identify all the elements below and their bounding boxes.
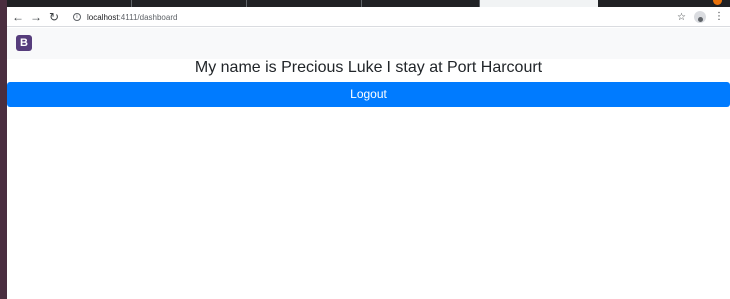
address-bar[interactable]: i localhost:4111/dashboard bbox=[67, 8, 692, 26]
url-host: localhost bbox=[87, 12, 119, 22]
url-path: :4111/dashboard bbox=[118, 12, 178, 22]
page-content: B My name is Precious Luke I stay at Port… bbox=[7, 28, 730, 299]
profile-icon[interactable] bbox=[694, 11, 706, 23]
user-info: My name is Precious Luke I stay at Port H… bbox=[7, 59, 730, 81]
info-icon[interactable]: i bbox=[73, 13, 81, 21]
arrow-left-icon[interactable]: ← bbox=[9, 8, 27, 26]
arrow-right-icon[interactable]: → bbox=[27, 8, 45, 26]
browser-window: ← → ↻ i localhost:4111/dashboard ☆ ⋮ B M… bbox=[0, 0, 730, 299]
name-text: My name is Precious Luke bbox=[194, 59, 383, 76]
desktop-background bbox=[0, 0, 7, 299]
bootstrap-logo[interactable]: B bbox=[16, 35, 32, 51]
reload-icon[interactable]: ↻ bbox=[45, 8, 63, 26]
kebab-menu-icon[interactable]: ⋮ bbox=[714, 12, 724, 22]
location-text: I stay at Port Harcourt bbox=[386, 59, 543, 76]
toolbar-actions: ☆ ⋮ bbox=[677, 7, 724, 27]
star-icon[interactable]: ☆ bbox=[677, 12, 686, 23]
tab-strip bbox=[7, 0, 730, 7]
browser-tab[interactable] bbox=[362, 0, 480, 7]
navbar: B bbox=[7, 28, 730, 59]
browser-tab[interactable] bbox=[7, 0, 132, 7]
browser-tab-active[interactable] bbox=[480, 0, 598, 7]
browser-toolbar: ← → ↻ i localhost:4111/dashboard ☆ ⋮ bbox=[7, 7, 730, 27]
browser-tab[interactable] bbox=[247, 0, 362, 7]
browser-tab[interactable] bbox=[132, 0, 247, 7]
logout-button[interactable]: Logout bbox=[7, 82, 730, 107]
notification-dot bbox=[713, 0, 722, 5]
